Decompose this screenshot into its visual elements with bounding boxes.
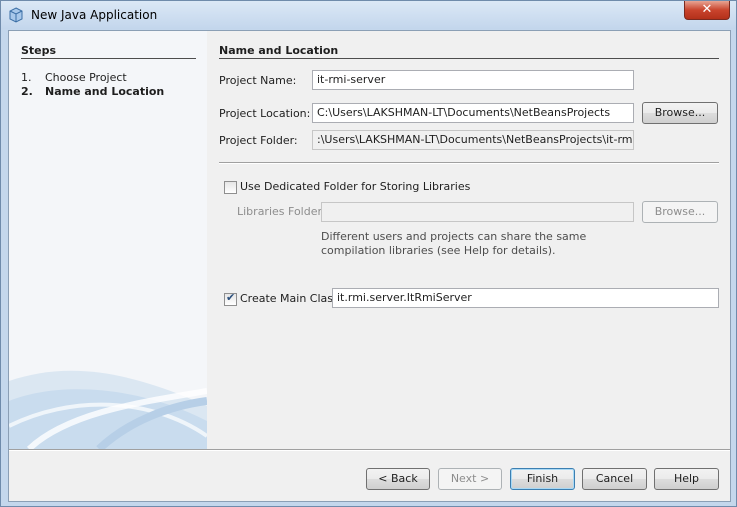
- libraries-browse-button[interactable]: Browse...: [642, 201, 718, 223]
- project-folder-label: Project Folder:: [219, 134, 298, 147]
- create-main-class-label[interactable]: Create Main Class: [240, 292, 339, 305]
- create-main-class-checkbox[interactable]: [224, 291, 237, 306]
- window-title: New Java Application: [31, 8, 158, 22]
- separator: [219, 162, 719, 163]
- help-button[interactable]: Help: [654, 468, 719, 490]
- close-icon: ✕: [701, 2, 713, 17]
- dedicated-folder-label[interactable]: Use Dedicated Folder for Storing Librari…: [240, 180, 470, 193]
- libraries-folder-input[interactable]: [321, 202, 634, 222]
- project-location-input[interactable]: C:\Users\LAKSHMAN-LT\Documents\NetBeansP…: [312, 103, 634, 123]
- button-bar-divider: [9, 449, 730, 450]
- steps-title: Steps: [21, 44, 57, 57]
- project-folder-field[interactable]: :\Users\LAKSHMAN-LT\Documents\NetBeansPr…: [312, 130, 634, 150]
- finish-button[interactable]: Finish: [510, 468, 575, 490]
- netbeans-cube-icon: [9, 7, 23, 23]
- step-label: Name and Location: [45, 85, 165, 98]
- dialog-window: New Java Application ✕ Steps 1. Choose Pr…: [0, 0, 737, 507]
- step-number: 2.: [21, 85, 33, 98]
- next-button[interactable]: Next >: [438, 468, 502, 490]
- dedicated-folder-checkbox[interactable]: [224, 181, 237, 194]
- step-number: 1.: [21, 71, 32, 84]
- decorative-waves: [9, 370, 207, 449]
- steps-panel: Steps 1. Choose Project 2. Name and Locati…: [9, 31, 207, 449]
- steps-divider: [21, 58, 196, 59]
- project-location-browse-button[interactable]: Browse...: [642, 102, 718, 124]
- title-bar[interactable]: New Java Application ✕: [1, 1, 736, 29]
- project-name-input[interactable]: it-rmi-server: [312, 70, 634, 90]
- libraries-info-text: Different users and projects can share t…: [321, 230, 587, 257]
- project-location-label: Project Location:: [219, 107, 311, 120]
- step-item-choose-project: 1. Choose Project: [21, 71, 127, 84]
- close-button[interactable]: ✕: [684, 1, 730, 20]
- step-label: Choose Project: [45, 71, 127, 84]
- section-title: Name and Location: [219, 44, 339, 57]
- cancel-button[interactable]: Cancel: [582, 468, 647, 490]
- section-divider: [219, 58, 719, 59]
- dialog-body: Steps 1. Choose Project 2. Name and Locati…: [8, 30, 731, 502]
- main-class-input[interactable]: it.rmi.server.ItRmiServer: [332, 288, 719, 308]
- name-and-location-panel: Name and Location Project Name: it-rmi-s…: [207, 31, 730, 449]
- project-name-label: Project Name:: [219, 74, 297, 87]
- back-button[interactable]: < Back: [366, 468, 430, 490]
- step-item-name-and-location: 2. Name and Location: [21, 85, 164, 98]
- libraries-folder-label: Libraries Folder:: [237, 205, 326, 218]
